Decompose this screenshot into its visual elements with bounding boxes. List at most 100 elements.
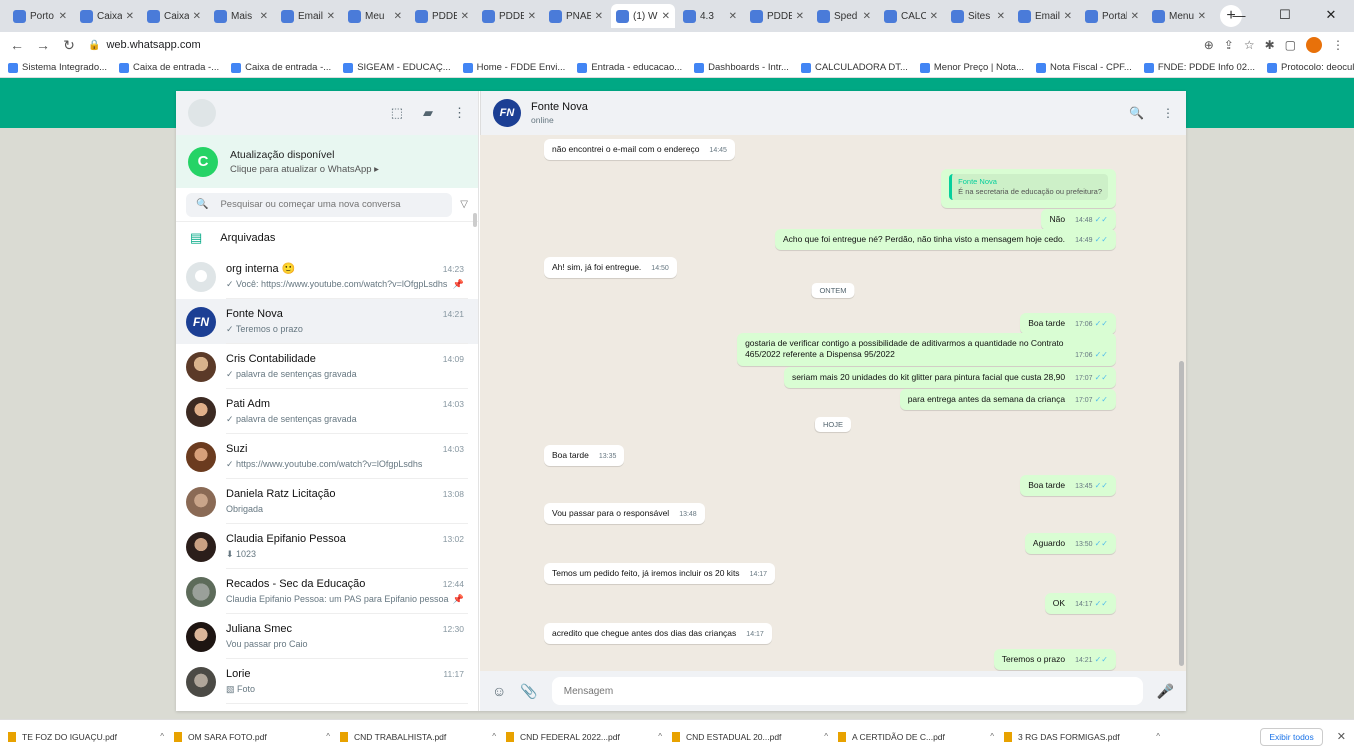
outgoing-message[interactable]: gostaria de verificar contigo a possibil… — [737, 333, 1116, 366]
download-item[interactable]: A CERTIDÃO DE C...pdf ^ — [838, 731, 994, 742]
chat-item[interactable]: Lorie 11:17 ▧ Foto — [176, 659, 478, 704]
incoming-message[interactable]: Ah! sim, já foi entregue. 14:50 — [544, 257, 677, 279]
chevron-up-icon[interactable]: ^ — [658, 732, 662, 741]
close-tab-icon[interactable]: ✕ — [528, 11, 536, 22]
browser-tab[interactable]: Caixa ✕ — [142, 4, 206, 28]
chat-item[interactable]: Suzi 14:03 ✓ https://www.youtube.com/watch… — [176, 434, 478, 479]
outgoing-message[interactable]: OK 14:17 ✓✓ — [1044, 593, 1116, 615]
my-avatar[interactable] — [188, 99, 216, 127]
outgoing-message[interactable]: Fonte Nova É na secretaria de educação ou… — [941, 169, 1116, 209]
browser-tab[interactable]: Menu ✕ — [1147, 4, 1211, 28]
close-tab-icon[interactable]: ✕ — [193, 11, 201, 22]
chat-item[interactable]: FN Fonte Nova 14:21 ✓ Teremos o prazo — [176, 299, 478, 344]
chat-item[interactable]: Juliana Smec 12:30 Vou passar pro Caio — [176, 614, 478, 659]
filter-icon[interactable]: ▽ — [460, 199, 468, 210]
close-tab-icon[interactable]: ✕ — [1131, 11, 1139, 22]
outgoing-message[interactable]: seriam mais 20 unidades do kit glitter p… — [783, 367, 1116, 389]
chevron-up-icon[interactable]: ^ — [492, 732, 496, 741]
menu-icon[interactable]: ⋮ — [1162, 106, 1174, 120]
close-tab-icon[interactable]: ✕ — [260, 11, 268, 22]
browser-tab[interactable]: Mais ✕ — [209, 4, 273, 28]
browser-tab[interactable]: Meu ✕ — [343, 4, 407, 28]
bookmark-item[interactable]: Home - FDDE Envi... — [462, 62, 565, 73]
chevron-up-icon[interactable]: ^ — [160, 732, 164, 741]
incoming-message[interactable]: Temos um pedido feito, já iremos incluir… — [544, 563, 776, 585]
close-tab-icon[interactable]: ✕ — [1064, 11, 1072, 22]
close-tab-icon[interactable]: ✕ — [930, 11, 938, 22]
attach-icon[interactable]: 📎 — [520, 683, 537, 700]
chevron-up-icon[interactable]: ^ — [1156, 732, 1160, 741]
bookmark-item[interactable]: SIGEAM - EDUCAÇ... — [343, 62, 451, 73]
close-tab-icon[interactable]: ✕ — [595, 11, 603, 22]
new-chat-icon[interactable]: ▰ — [423, 105, 433, 121]
menu-icon[interactable]: ⋮ — [1332, 38, 1344, 52]
share-icon[interactable]: ⇪ — [1224, 38, 1234, 52]
contact-avatar[interactable]: FN — [493, 99, 521, 127]
browser-tab[interactable]: Email ✕ — [1013, 4, 1077, 28]
close-tab-icon[interactable]: ✕ — [997, 11, 1005, 22]
incoming-message[interactable]: Vou passar para o responsável 13:48 — [544, 503, 705, 525]
browser-tab[interactable]: PDDE ✕ — [477, 4, 541, 28]
bookmark-item[interactable]: Sistema Integrado... — [8, 62, 107, 73]
browser-tab[interactable]: PDDE ✕ — [745, 4, 809, 28]
close-tab-icon[interactable]: ✕ — [461, 11, 469, 22]
browser-tab[interactable]: Caixa ✕ — [75, 4, 139, 28]
close-tab-icon[interactable]: ✕ — [327, 11, 335, 22]
back-icon[interactable]: ← — [10, 37, 24, 53]
address-bar[interactable]: 🔒 web.whatsapp.com — [88, 39, 1192, 51]
close-tab-icon[interactable]: ✕ — [59, 11, 67, 22]
bookmark-item[interactable]: Caixa de entrada -... — [231, 62, 331, 73]
outgoing-message[interactable]: Boa tarde 17:06 ✓✓ — [1020, 313, 1116, 335]
browser-tab[interactable]: PNAE ✕ — [544, 4, 608, 28]
search-icon[interactable]: 🔍 — [1129, 106, 1144, 120]
download-item[interactable]: CND ESTADUAL 20...pdf ^ — [672, 731, 828, 742]
chat-item[interactable]: Pati Adm 14:03 ✓ palavra de sentenças grav… — [176, 389, 478, 434]
browser-tab[interactable]: (1) W ✕ — [611, 4, 675, 28]
browser-tab[interactable]: 4.3 ✕ — [678, 4, 742, 28]
download-item[interactable]: CND TRABALHISTA.pdf ^ — [340, 731, 496, 742]
chevron-up-icon[interactable]: ^ — [326, 732, 330, 741]
star-icon[interactable]: ☆ — [1244, 38, 1255, 52]
conversation-header[interactable]: FN Fonte Nova online 🔍 ⋮ — [480, 91, 1186, 135]
browser-tab[interactable]: Email ✕ — [276, 4, 340, 28]
bookmark-item[interactable]: FNDE: PDDE Info 02... — [1143, 62, 1255, 73]
close-tab-icon[interactable]: ✕ — [729, 11, 737, 22]
chat-item[interactable]: Recados - Sec da Educação 12:44 Claudia Ep… — [176, 569, 478, 614]
incoming-message[interactable]: acredito que chegue antes dos dias das c… — [544, 623, 772, 645]
browser-tab[interactable]: Portal ✕ — [1080, 4, 1144, 28]
reload-icon[interactable]: ↻ — [62, 37, 76, 54]
browser-tab[interactable]: Porto ✕ — [8, 4, 72, 28]
browser-tab[interactable]: Sped ✕ — [812, 4, 876, 28]
chat-item[interactable]: org interna 🙂 14:23 ✓ Você: https://www.yo… — [176, 254, 478, 299]
outgoing-message[interactable]: Boa tarde 13:45 ✓✓ — [1020, 475, 1116, 497]
chevron-up-icon[interactable]: ^ — [824, 732, 828, 741]
close-tab-icon[interactable]: ✕ — [863, 11, 871, 22]
outgoing-message[interactable]: Teremos o prazo 14:21 ✓✓ — [993, 649, 1116, 671]
chat-item[interactable]: Daniela Ratz Licitação 13:08 Obrigada — [176, 479, 478, 524]
chevron-up-icon[interactable]: ^ — [990, 732, 994, 741]
close-tab-icon[interactable]: ✕ — [796, 11, 804, 22]
search-input[interactable] — [220, 199, 443, 210]
download-item[interactable]: CND FEDERAL 2022...pdf ^ — [506, 731, 662, 742]
close-tab-icon[interactable]: ✕ — [126, 11, 134, 22]
maximize-icon[interactable]: ☐ — [1262, 0, 1308, 30]
extensions-icon[interactable]: ✱ — [1265, 38, 1275, 52]
minimize-icon[interactable]: — — [1216, 0, 1262, 30]
bookmark-item[interactable]: Menor Preço | Nota... — [919, 62, 1024, 73]
microphone-icon[interactable]: 🎤 — [1157, 683, 1174, 700]
show-all-downloads-button[interactable]: Exibir todos — [1260, 727, 1323, 746]
bookmark-item[interactable]: Nota Fiscal - CPF... — [1036, 62, 1132, 73]
archived-row[interactable]: ▤ Arquivadas — [176, 222, 478, 254]
download-item[interactable]: TE FOZ DO IGUAÇU.pdf ^ — [8, 731, 164, 742]
emoji-icon[interactable]: ☺ — [492, 683, 506, 699]
bookmark-item[interactable]: Entrada - educacao... — [577, 62, 682, 73]
download-item[interactable]: 3 RG DAS FORMIGAS.pdf ^ — [1004, 731, 1160, 742]
bookmark-item[interactable]: Caixa de entrada -... — [119, 62, 219, 73]
close-icon[interactable]: ✕ — [1337, 730, 1346, 743]
chat-item[interactable]: Claudia Epifanio Pessoa 13:02 ⬇ 1023 — [176, 524, 478, 569]
sidebar-scrollbar[interactable] — [473, 213, 477, 227]
bookmark-item[interactable]: CALCULADORA DT... — [800, 62, 908, 73]
browser-tab[interactable]: Sites ✕ — [946, 4, 1010, 28]
translate-icon[interactable]: ⊕ — [1204, 38, 1214, 52]
close-tab-icon[interactable]: ✕ — [394, 11, 402, 22]
